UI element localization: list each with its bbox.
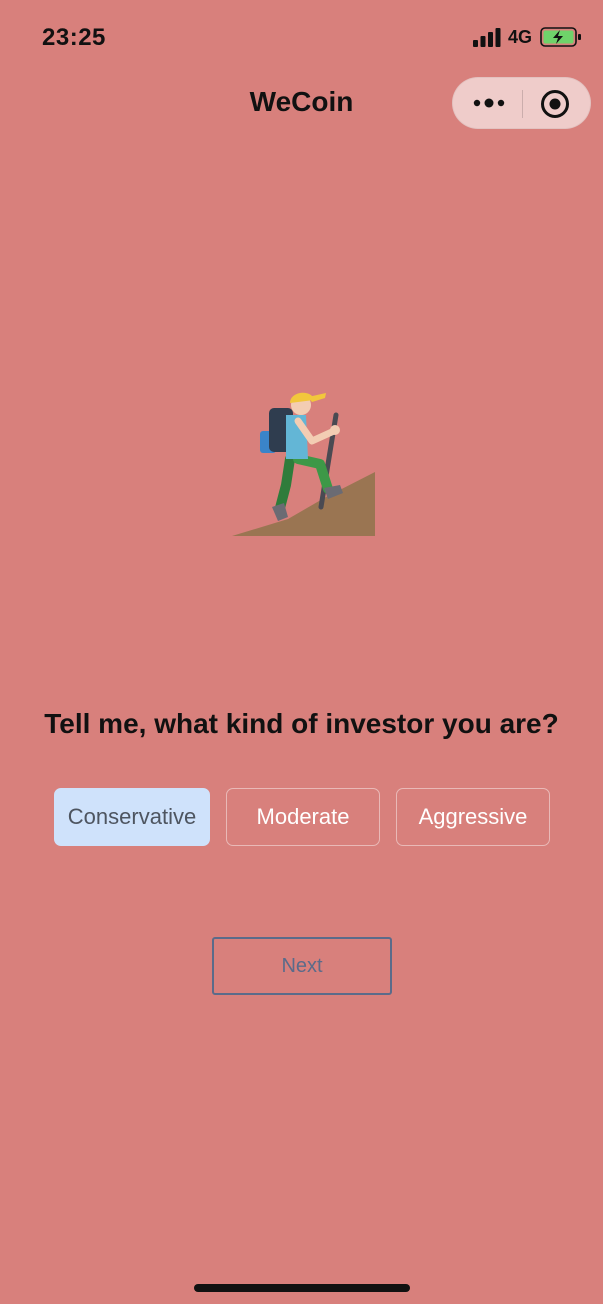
more-icon[interactable] <box>469 88 509 118</box>
option-aggressive[interactable]: Aggressive <box>396 788 550 846</box>
status-bar: 23:25 4G <box>0 0 603 74</box>
close-target-icon[interactable] <box>539 88 571 120</box>
signal-icon <box>473 28 501 47</box>
hiker-icon <box>232 392 375 536</box>
next-button[interactable]: Next <box>212 937 392 995</box>
home-indicator[interactable] <box>194 1284 410 1292</box>
battery-charging-icon <box>540 27 581 47</box>
screen: 23:25 4G WeCoin Tell me, what kind of in… <box>0 0 603 1304</box>
status-time: 23:25 <box>42 24 106 51</box>
option-conservative[interactable]: Conservative <box>54 788 210 846</box>
capsule-divider <box>522 90 523 118</box>
option-moderate[interactable]: Moderate <box>226 788 380 846</box>
network-label: 4G <box>508 27 533 47</box>
question-heading: Tell me, what kind of investor you are? <box>44 708 559 739</box>
mini-program-capsule <box>452 77 591 129</box>
